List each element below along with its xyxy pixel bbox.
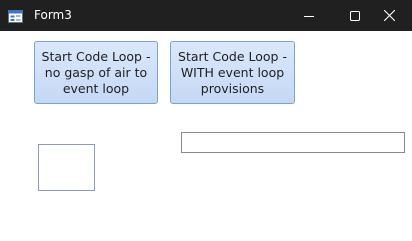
close-button[interactable] (366, 0, 412, 31)
close-icon (383, 6, 395, 25)
title-bar[interactable]: Form3 (0, 0, 412, 31)
minimize-button[interactable] (286, 0, 332, 31)
start-loop-no-gasp-button[interactable]: Start Code Loop - no gasp of air to even… (34, 41, 158, 104)
form-icon (8, 8, 23, 23)
window-title: Form3 (34, 8, 72, 22)
start-loop-with-provisions-button[interactable]: Start Code Loop - WITH event loop provis… (170, 41, 295, 104)
empty-panel (38, 144, 95, 191)
minimize-icon (304, 6, 314, 25)
status-text-field[interactable] (181, 132, 405, 153)
maximize-icon (350, 6, 360, 25)
